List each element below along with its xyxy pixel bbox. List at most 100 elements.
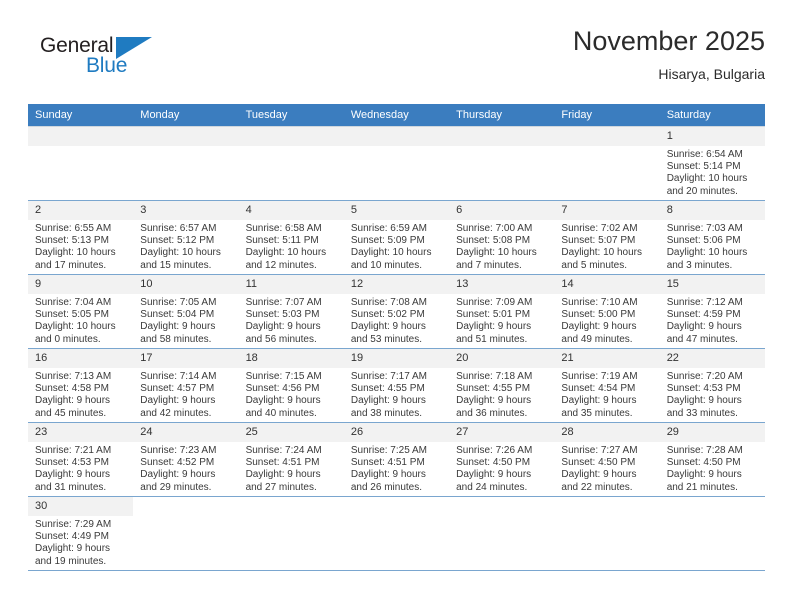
weekday-header-sunday: Sunday (28, 104, 134, 127)
daylight-text: Daylight: 10 hours and 0 minutes. (35, 321, 116, 345)
sunset-text: Sunset: 5:13 PM (35, 235, 109, 247)
day-number (554, 127, 660, 146)
sunset-text: Sunset: 5:01 PM (456, 309, 531, 321)
calendar-day-cell[interactable]: 12 Sunrise: 7:08 AM Sunset: 5:02 PM Dayligh… (343, 274, 450, 349)
calendar-day-cell-empty[interactable] (343, 496, 450, 571)
calendar-day-cell-empty[interactable] (28, 126, 134, 201)
day-number (449, 127, 555, 146)
sunset-text: Sunset: 4:50 PM (666, 457, 741, 469)
calendar-day-cell[interactable]: 5 Sunrise: 6:59 AM Sunset: 5:09 PM Daylight… (343, 200, 450, 275)
calendar-day-cell-empty[interactable] (133, 126, 239, 201)
day-sun-info: Sunrise: 7:28 AM Sunset: 4:50 PM Daylight:… (660, 442, 765, 494)
day-sun-info: Sunrise: 7:10 AM Sunset: 5:00 PM Daylight:… (554, 294, 659, 346)
calendar-day-cell[interactable]: 13 Sunrise: 7:09 AM Sunset: 5:01 PM Dayligh… (449, 274, 555, 349)
day-number: 15 (659, 275, 765, 294)
day-number: 24 (133, 423, 239, 442)
sunrise-text: Sunrise: 7:04 AM (35, 297, 112, 308)
day-sun-info: Sunrise: 7:00 AM Sunset: 5:08 PM Daylight:… (449, 220, 554, 272)
daylight-text: Daylight: 9 hours and 49 minutes. (561, 321, 637, 345)
sunset-text: Sunset: 4:51 PM (245, 457, 320, 469)
sunrise-text: Sunrise: 7:09 AM (456, 297, 533, 308)
calendar-day-cell-empty[interactable] (659, 496, 765, 571)
day-sun-info: Sunrise: 7:24 AM Sunset: 4:51 PM Daylight:… (239, 442, 344, 494)
calendar-day-cell[interactable]: 21 Sunrise: 7:19 AM Sunset: 4:54 PM Dayligh… (554, 348, 660, 423)
day-number (554, 497, 660, 516)
sunrise-text: Sunrise: 7:12 AM (666, 297, 743, 308)
sunset-text: Sunset: 5:14 PM (666, 161, 741, 173)
calendar-day-cell-empty[interactable] (554, 496, 660, 571)
sunset-text: Sunset: 4:58 PM (35, 383, 109, 395)
calendar-body: 1 Sunrise: 6:54 AM Sunset: 5:14 PM Daylight… (28, 126, 765, 571)
calendar-week-row: 16 Sunrise: 7:13 AM Sunset: 4:58 PM Dayligh… (28, 348, 765, 423)
sunrise-text: Sunrise: 6:54 AM (666, 149, 743, 160)
sunset-text: Sunset: 4:52 PM (140, 457, 215, 469)
calendar-day-cell[interactable]: 11 Sunrise: 7:07 AM Sunset: 5:03 PM Dayligh… (238, 274, 344, 349)
daylight-text: Daylight: 10 hours and 20 minutes. (666, 173, 748, 197)
day-sun-info: Sunrise: 7:07 AM Sunset: 5:03 PM Daylight:… (239, 294, 344, 346)
sunset-text: Sunset: 4:50 PM (456, 457, 531, 469)
calendar-day-cell[interactable]: 23 Sunrise: 7:21 AM Sunset: 4:53 PM Dayligh… (28, 422, 134, 497)
calendar-day-cell[interactable]: 20 Sunrise: 7:18 AM Sunset: 4:55 PM Dayligh… (449, 348, 555, 423)
logo-text-blue: Blue (86, 54, 128, 77)
sunrise-text: Sunrise: 7:24 AM (245, 445, 322, 456)
day-number: 2 (28, 201, 134, 220)
calendar-day-cell[interactable]: 29 Sunrise: 7:28 AM Sunset: 4:50 PM Dayligh… (659, 422, 765, 497)
sunrise-text: Sunrise: 7:18 AM (456, 371, 533, 382)
calendar-day-cell-empty[interactable] (554, 126, 660, 201)
daylight-text: Daylight: 9 hours and 40 minutes. (245, 395, 321, 419)
calendar-week-row: 23 Sunrise: 7:21 AM Sunset: 4:53 PM Dayligh… (28, 422, 765, 497)
day-sun-info: Sunrise: 6:57 AM Sunset: 5:12 PM Daylight:… (133, 220, 238, 272)
calendar-day-cell[interactable]: 4 Sunrise: 6:58 AM Sunset: 5:11 PM Daylight… (238, 200, 344, 275)
day-number (133, 497, 239, 516)
calendar-day-cell[interactable]: 26 Sunrise: 7:25 AM Sunset: 4:51 PM Dayligh… (343, 422, 450, 497)
sunrise-text: Sunrise: 7:27 AM (561, 445, 638, 456)
day-number: 14 (554, 275, 660, 294)
day-sun-info: Sunrise: 7:25 AM Sunset: 4:51 PM Daylight:… (344, 442, 449, 494)
calendar-day-cell[interactable]: 10 Sunrise: 7:05 AM Sunset: 5:04 PM Dayligh… (133, 274, 239, 349)
calendar-day-cell[interactable]: 18 Sunrise: 7:15 AM Sunset: 4:56 PM Dayligh… (238, 348, 344, 423)
daylight-text: Daylight: 10 hours and 17 minutes. (35, 247, 116, 271)
day-sun-info: Sunrise: 7:09 AM Sunset: 5:01 PM Daylight:… (449, 294, 554, 346)
sunrise-text: Sunrise: 7:29 AM (35, 519, 112, 530)
calendar-day-cell-empty[interactable] (343, 126, 450, 201)
calendar-day-cell-empty[interactable] (449, 496, 555, 571)
calendar-day-cell[interactable]: 6 Sunrise: 7:00 AM Sunset: 5:08 PM Daylight… (449, 200, 555, 275)
calendar-day-cell-empty[interactable] (238, 496, 344, 571)
calendar-day-cell[interactable]: 8 Sunrise: 7:03 AM Sunset: 5:06 PM Daylight… (659, 200, 765, 275)
calendar-day-cell[interactable]: 30 Sunrise: 7:29 AM Sunset: 4:49 PM Dayligh… (28, 496, 134, 571)
page-subtitle: Hisarya, Bulgaria (658, 66, 765, 82)
day-number: 13 (449, 275, 555, 294)
calendar-day-cell[interactable]: 19 Sunrise: 7:17 AM Sunset: 4:55 PM Dayligh… (343, 348, 450, 423)
calendar-day-cell-empty[interactable] (449, 126, 555, 201)
calendar-day-cell[interactable]: 7 Sunrise: 7:02 AM Sunset: 5:07 PM Daylight… (554, 200, 660, 275)
calendar-day-cell[interactable]: 9 Sunrise: 7:04 AM Sunset: 5:05 PM Daylight… (28, 274, 134, 349)
day-number: 17 (133, 349, 239, 368)
day-number (659, 497, 765, 516)
day-sun-info: Sunrise: 7:26 AM Sunset: 4:50 PM Daylight:… (449, 442, 554, 494)
daylight-text: Daylight: 10 hours and 7 minutes. (456, 247, 537, 271)
calendar-day-cell[interactable]: 17 Sunrise: 7:14 AM Sunset: 4:57 PM Dayligh… (133, 348, 239, 423)
calendar-day-cell[interactable]: 22 Sunrise: 7:20 AM Sunset: 4:53 PM Dayligh… (659, 348, 765, 423)
calendar-day-cell[interactable]: 1 Sunrise: 6:54 AM Sunset: 5:14 PM Daylight… (659, 126, 765, 201)
sunset-text: Sunset: 5:04 PM (140, 309, 215, 321)
day-sun-info: Sunrise: 7:23 AM Sunset: 4:52 PM Daylight:… (133, 442, 238, 494)
calendar-day-cell-empty[interactable] (238, 126, 344, 201)
calendar-week-row: 2 Sunrise: 6:55 AM Sunset: 5:13 PM Daylight… (28, 200, 765, 275)
calendar-day-cell[interactable]: 27 Sunrise: 7:26 AM Sunset: 4:50 PM Dayligh… (449, 422, 555, 497)
calendar-day-cell[interactable]: 25 Sunrise: 7:24 AM Sunset: 4:51 PM Dayligh… (238, 422, 344, 497)
calendar-day-cell[interactable]: 16 Sunrise: 7:13 AM Sunset: 4:58 PM Dayligh… (28, 348, 134, 423)
daylight-text: Daylight: 10 hours and 5 minutes. (561, 247, 643, 271)
day-sun-info: Sunrise: 7:03 AM Sunset: 5:06 PM Daylight:… (660, 220, 765, 272)
calendar-day-cell[interactable]: 14 Sunrise: 7:10 AM Sunset: 5:00 PM Dayligh… (554, 274, 660, 349)
calendar-day-cell[interactable]: 24 Sunrise: 7:23 AM Sunset: 4:52 PM Dayligh… (133, 422, 239, 497)
sunset-text: Sunset: 5:07 PM (561, 235, 636, 247)
day-sun-info: Sunrise: 7:08 AM Sunset: 5:02 PM Daylight:… (344, 294, 449, 346)
sunset-text: Sunset: 5:08 PM (456, 235, 531, 247)
day-sun-info: Sunrise: 7:05 AM Sunset: 5:04 PM Daylight:… (133, 294, 238, 346)
calendar-day-cell[interactable]: 2 Sunrise: 6:55 AM Sunset: 5:13 PM Daylight… (28, 200, 134, 275)
calendar-day-cell[interactable]: 28 Sunrise: 7:27 AM Sunset: 4:50 PM Dayligh… (554, 422, 660, 497)
calendar-day-cell[interactable]: 15 Sunrise: 7:12 AM Sunset: 4:59 PM Dayligh… (659, 274, 765, 349)
day-number (343, 497, 450, 516)
calendar-day-cell[interactable]: 3 Sunrise: 6:57 AM Sunset: 5:12 PM Daylight… (133, 200, 239, 275)
calendar-day-cell-empty[interactable] (133, 496, 239, 571)
